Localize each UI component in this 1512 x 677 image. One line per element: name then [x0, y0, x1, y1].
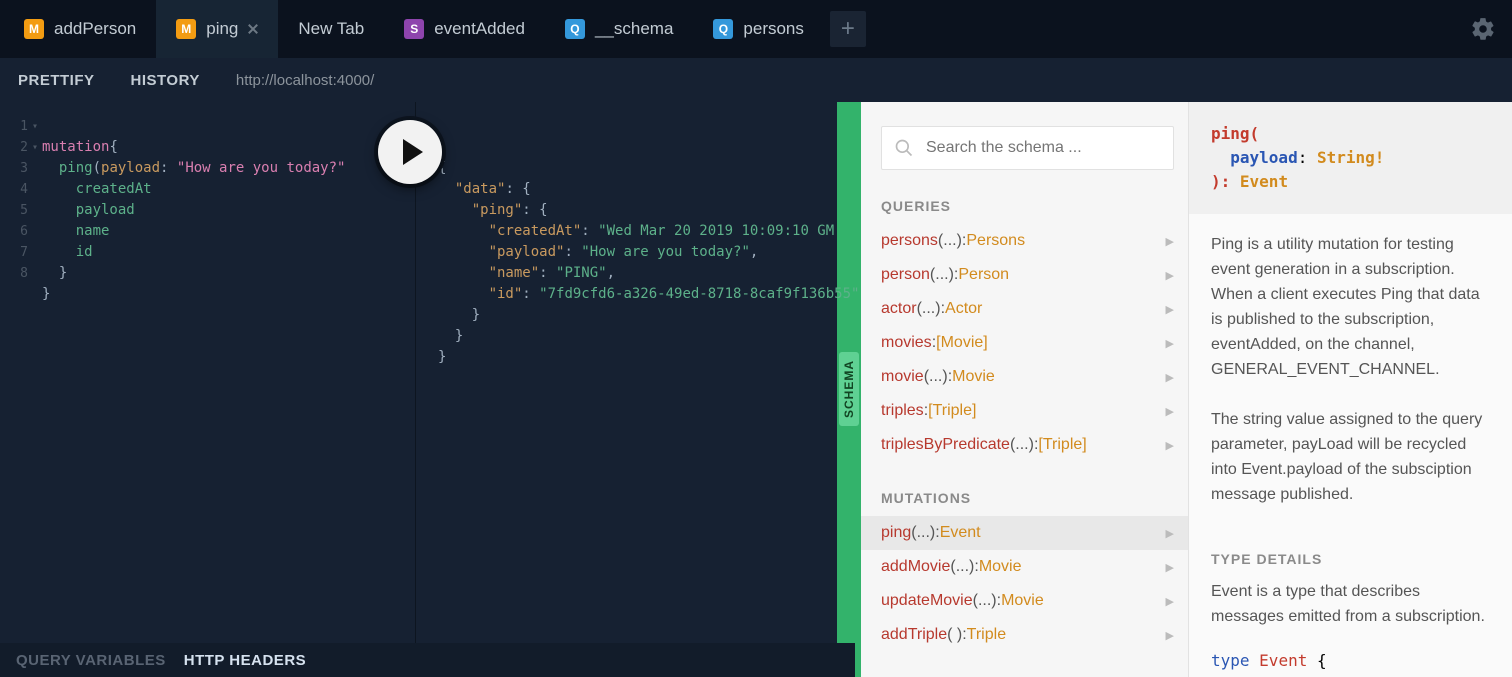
settings-icon[interactable]	[1470, 16, 1496, 42]
schema-item-name: triplesByPredicate	[881, 436, 1010, 454]
prettify-button[interactable]: PRETTIFY	[0, 58, 113, 102]
schema-panel: QUERIES persons(...): Persons▶person(...…	[861, 102, 1189, 677]
schema-item-name: persons	[881, 232, 938, 250]
chevron-right-icon: ▶	[1166, 337, 1174, 350]
schema-item-movies[interactable]: movies: [Movie]▶	[881, 326, 1174, 360]
schema-item-name: movie	[881, 368, 924, 386]
result-viewer: ▾▾▾ { "data": { "ping": { "createdAt": "…	[415, 102, 837, 677]
schema-handle-label: SCHEMA	[839, 352, 859, 426]
schema-item-type: Actor	[945, 300, 982, 318]
type-description: Event is a type that describes messages …	[1189, 573, 1512, 647]
schema-item-name: person	[881, 266, 930, 284]
schema-item-type: [Triple]	[1038, 436, 1086, 454]
schema-item-type: Movie	[952, 368, 995, 386]
tab-ping[interactable]: Mping	[156, 0, 278, 58]
chevron-right-icon: ▶	[1166, 269, 1174, 282]
tab-label: eventAdded	[434, 19, 525, 39]
schema-item-args: (...)	[924, 368, 948, 386]
chevron-right-icon: ▶	[1166, 561, 1174, 574]
endpoint-url-input[interactable]	[228, 64, 1512, 96]
query-variables-tab[interactable]: QUERY VARIABLES	[16, 652, 166, 669]
schema-drawer-handle[interactable]: SCHEMA	[837, 102, 861, 677]
schema-item-movie[interactable]: movie(...): Movie▶	[881, 360, 1174, 394]
schema-item-type: Persons	[966, 232, 1025, 250]
tab-addperson[interactable]: MaddPerson	[4, 0, 156, 58]
queries-heading: QUERIES	[881, 198, 1174, 214]
tab-label: ping	[206, 19, 238, 39]
history-button[interactable]: HISTORY	[113, 58, 218, 102]
chevron-right-icon: ▶	[1166, 371, 1174, 384]
schema-item-type: Triple	[967, 626, 1006, 644]
chevron-right-icon: ▶	[1166, 595, 1174, 608]
schema-item-type: [Movie]	[936, 334, 988, 352]
schema-item-ping[interactable]: ping(...): Event▶	[861, 516, 1188, 550]
schema-item-args: (...)	[930, 266, 954, 284]
schema-item-persons[interactable]: persons(...): Persons▶	[881, 224, 1174, 258]
tab-label: New Tab	[298, 19, 364, 39]
schema-item-type: Movie	[1001, 592, 1044, 610]
type-definition: type Event {	[1189, 647, 1512, 677]
play-icon	[403, 139, 423, 165]
doc-description: Ping is a utility mutation for testing e…	[1189, 214, 1512, 525]
schema-item-addMovie[interactable]: addMovie(...): Movie▶	[881, 550, 1174, 584]
schema-item-name: addMovie	[881, 558, 950, 576]
tab-badge: M	[176, 19, 196, 39]
schema-item-name: addTriple	[881, 626, 947, 644]
new-tab-button[interactable]: +	[830, 11, 866, 47]
chevron-right-icon: ▶	[1166, 303, 1174, 316]
execute-button[interactable]	[378, 120, 442, 184]
doc-panel: ping( payload: String! ): Event Ping is …	[1189, 102, 1512, 677]
schema-item-type: Movie	[979, 558, 1022, 576]
tab-label: __schema	[595, 19, 673, 39]
tab-label: addPerson	[54, 19, 136, 39]
schema-item-actor[interactable]: actor(...): Actor▶	[881, 292, 1174, 326]
tab-label: persons	[743, 19, 803, 39]
schema-item-args: (...)	[917, 300, 941, 318]
schema-item-updateMovie[interactable]: updateMovie(...): Movie▶	[881, 584, 1174, 618]
chevron-right-icon: ▶	[1166, 629, 1174, 642]
doc-signature: ping( payload: String! ): Event	[1189, 102, 1512, 214]
tab-eventadded[interactable]: SeventAdded	[384, 0, 545, 58]
schema-item-args: (...)	[911, 524, 935, 542]
toolbar: PRETTIFY HISTORY	[0, 58, 1512, 102]
tab-badge: Q	[713, 19, 733, 39]
schema-item-addTriple[interactable]: addTriple( ): Triple▶	[881, 618, 1174, 652]
tab-__schema[interactable]: Q __schema	[545, 0, 693, 58]
mutations-heading: MUTATIONS	[881, 490, 1174, 506]
schema-item-type: Person	[958, 266, 1009, 284]
schema-item-args: (...)	[973, 592, 997, 610]
tab-badge: S	[404, 19, 424, 39]
close-icon[interactable]	[248, 24, 258, 34]
tab-badge: Q	[565, 19, 585, 39]
chevron-right-icon: ▶	[1166, 439, 1174, 452]
schema-item-name: actor	[881, 300, 917, 318]
type-details-heading: TYPE DETAILS	[1189, 525, 1512, 573]
schema-item-args: (...)	[950, 558, 974, 576]
variables-drawer[interactable]: QUERY VARIABLES HTTP HEADERS	[0, 643, 855, 677]
tab-new-tab[interactable]: New Tab	[278, 0, 384, 58]
schema-item-args: (...)	[1010, 436, 1034, 454]
schema-item-name: ping	[881, 524, 911, 542]
schema-item-name: updateMovie	[881, 592, 973, 610]
schema-item-type: Event	[940, 524, 981, 542]
schema-item-triplesByPredicate[interactable]: triplesByPredicate(...): [Triple]▶	[881, 428, 1174, 462]
schema-item-name: movies	[881, 334, 932, 352]
http-headers-tab[interactable]: HTTP HEADERS	[184, 652, 306, 669]
schema-item-name: triples	[881, 402, 924, 420]
schema-item-triples[interactable]: triples: [Triple]▶	[881, 394, 1174, 428]
chevron-right-icon: ▶	[1166, 527, 1174, 540]
schema-item-person[interactable]: person(...): Person▶	[881, 258, 1174, 292]
schema-item-type: [Triple]	[928, 402, 976, 420]
schema-search-input[interactable]	[881, 126, 1174, 170]
tab-bar: MaddPersonMpingNew TabSeventAddedQ__sche…	[0, 0, 1512, 58]
tab-persons[interactable]: Qpersons	[693, 0, 823, 58]
chevron-right-icon: ▶	[1166, 235, 1174, 248]
chevron-right-icon: ▶	[1166, 405, 1174, 418]
tab-badge: M	[24, 19, 44, 39]
query-editor[interactable]: 12345678 ▾▾ mutation{ ping(payload: "How…	[0, 102, 415, 677]
schema-item-args: (...)	[938, 232, 962, 250]
schema-item-args: ( )	[947, 626, 962, 644]
